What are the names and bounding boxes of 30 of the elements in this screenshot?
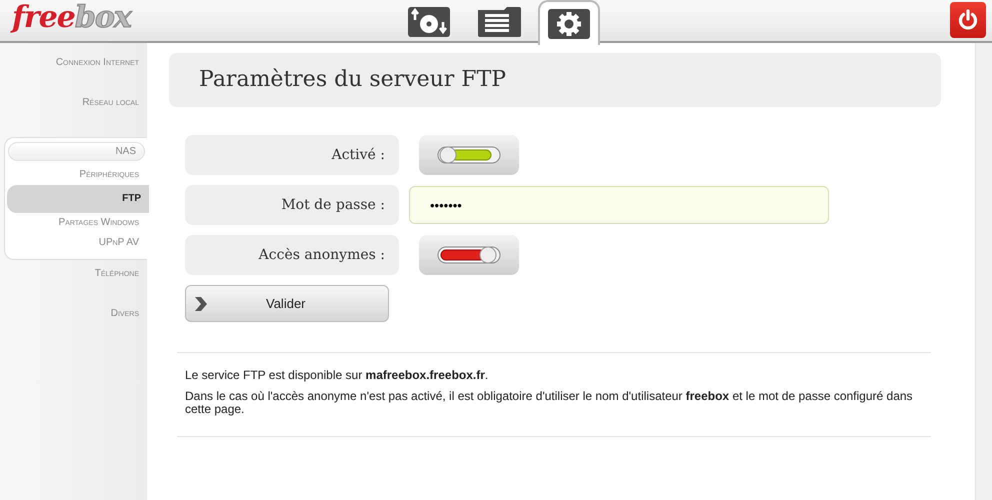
- sidebar-item[interactable]: Téléphone: [0, 268, 147, 280]
- sidebar-item[interactable]: Connexion Internet: [0, 57, 147, 69]
- sidebar-item[interactable]: FTP: [7, 185, 149, 213]
- toggle-switch[interactable]: [419, 135, 519, 175]
- power-icon: [957, 9, 979, 31]
- submit-button[interactable]: Valider: [185, 285, 389, 322]
- toggle-switch[interactable]: [419, 235, 519, 275]
- list-icon: [477, 6, 521, 38]
- field-label: Activé :: [185, 135, 399, 175]
- scrollbar[interactable]: [975, 43, 992, 500]
- sidebar-item[interactable]: UPnP AV: [5, 233, 147, 253]
- page-title: Paramètres du serveur FTP: [199, 66, 506, 94]
- switch-icon: [437, 146, 501, 164]
- settings-icon: [547, 8, 591, 40]
- sidebar-item[interactable]: Réseau local: [0, 97, 147, 109]
- logo-text: free: [12, 0, 75, 35]
- sidebar-item[interactable]: Périphériques: [5, 165, 147, 185]
- power-button[interactable]: [950, 2, 986, 38]
- sidebar-item[interactable]: Partages Windows: [5, 213, 147, 233]
- switch-icon: [437, 246, 501, 264]
- sidebar-item[interactable]: Divers: [0, 308, 147, 320]
- settings-tab[interactable]: [538, 0, 600, 45]
- info-text: Dans le cas où l'accès anonyme n'est pas activé, il est obligatoire d'utiliser le nom d'utilisateur freebox et le mot de passe configuré dans cette page.: [185, 390, 914, 416]
- chevron-icon: [194, 296, 208, 312]
- field-label: Accès anonymes :: [185, 235, 399, 275]
- logo-text-suffix: box: [74, 0, 131, 35]
- password-field[interactable]: •••••••: [409, 186, 829, 224]
- sidebar-item[interactable]: NAS: [8, 142, 145, 161]
- field-label: Mot de passe :: [185, 185, 399, 225]
- info-text: Le service FTP est disponible sur mafreebox.freebox.fr.: [185, 369, 490, 382]
